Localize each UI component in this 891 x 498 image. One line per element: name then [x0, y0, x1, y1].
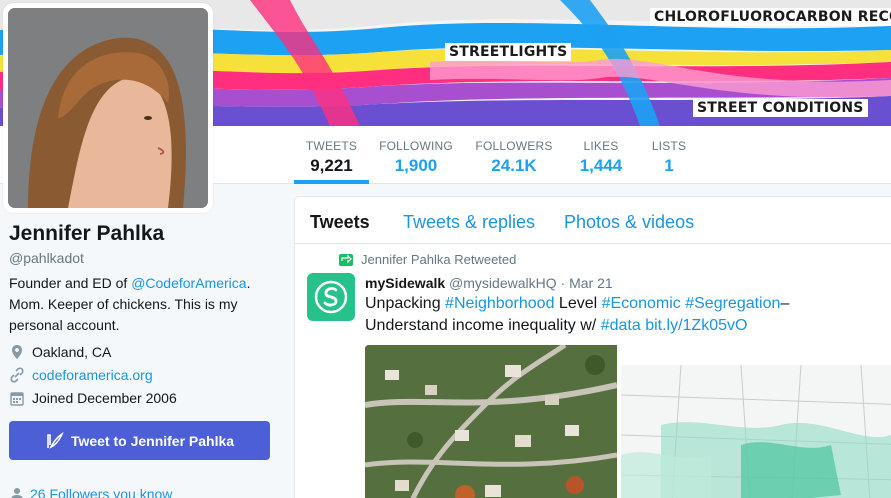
tweet-to-label: Tweet to Jennifer Pahlka [70, 432, 235, 449]
nav-value: 1,900 [394, 156, 438, 175]
nav-lists[interactable]: LISTS 1 [650, 126, 688, 184]
person-icon [11, 488, 23, 498]
tweet-text-part: Unpacking [365, 295, 446, 312]
compose-quill-icon [47, 431, 64, 449]
banner-label: STREET CONDITIONS [693, 99, 868, 117]
timeline: Tweets Tweets & replies Photos & videos … [294, 196, 891, 498]
retweet-context-text[interactable]: Jennifer Pahlka Retweeted [361, 252, 516, 267]
tweet-header: mySidewalk @mysidewalkHQ · Mar 21 [365, 275, 613, 291]
profile-bio: Founder and ED of @CodeforAmerica. Mom. … [9, 273, 269, 336]
tweet-author-handle[interactable]: @mysidewalkHQ [449, 275, 557, 291]
followers-you-know-text: 26 Followers you know [30, 486, 173, 498]
nav-value: 9,221 [310, 156, 353, 175]
hashtag-link[interactable]: #Neighborhood [445, 295, 554, 312]
profile-joined: Joined December 2006 [10, 390, 177, 406]
tweet-author-name[interactable]: mySidewalk [365, 275, 445, 291]
nav-label: LISTS [651, 139, 687, 153]
calendar-icon [10, 390, 24, 406]
profile-handle[interactable]: @pahlkadot [9, 250, 84, 266]
nav-label: LIKES [583, 139, 619, 153]
tab-tweets[interactable]: Tweets [310, 212, 370, 233]
profile-name: Jennifer Pahlka [9, 222, 165, 245]
tweet-text-part: Level [554, 295, 602, 312]
profile-location: Oakland, CA [10, 344, 111, 360]
tweet-text-part: Understand income inequality w/ [365, 317, 601, 334]
avatar-photo [8, 8, 208, 208]
retweet-context: Jennifer Pahlka Retweeted [339, 252, 516, 267]
joined-text: Joined December 2006 [32, 390, 177, 406]
nav-likes[interactable]: LIKES 1,444 [576, 126, 626, 184]
bio-mention-link[interactable]: @CodeforAmerica [131, 275, 246, 291]
tweet-author-avatar[interactable] [307, 273, 355, 321]
tweet-media-map[interactable] [619, 345, 891, 498]
tweet-text-part: – [780, 295, 790, 312]
profile-avatar[interactable] [3, 3, 213, 213]
nav-value: 24.1K [491, 156, 537, 175]
hashtag-link[interactable]: #data [601, 317, 641, 334]
banner-label: STREETLIGHTS [445, 43, 572, 61]
tweet-text: Unpacking #Neighborhood Level #Economic … [365, 293, 815, 337]
tab-photos-videos[interactable]: Photos & videos [564, 212, 694, 233]
link-icon [10, 367, 24, 383]
hashtag-link[interactable]: #Economic [602, 295, 681, 312]
timeline-tabs: Tweets Tweets & replies Photos & videos [295, 197, 891, 244]
tab-tweets-replies[interactable]: Tweets & replies [403, 212, 535, 233]
tweet-media-aerial-photo[interactable] [365, 345, 617, 498]
nav-label: FOLLOWERS [475, 139, 553, 153]
nav-label: TWEETS [305, 139, 358, 153]
tweet-url-link[interactable]: bit.ly/1Zk05vO [645, 317, 747, 334]
nav-followers[interactable]: FOLLOWERS 24.1K [474, 126, 554, 184]
location-pin-icon [10, 344, 24, 360]
nav-following[interactable]: FOLLOWING 1,900 [378, 126, 454, 184]
mysidewalk-logo-icon [314, 280, 348, 314]
followers-you-know[interactable]: 26 Followers you know [10, 486, 172, 498]
profile-website: codeforamerica.org [10, 367, 153, 383]
nav-label: FOLLOWING [379, 139, 453, 153]
tweet-date[interactable]: Mar 21 [569, 275, 613, 291]
location-text: Oakland, CA [32, 344, 112, 360]
tweet-to-button[interactable]: Tweet to Jennifer Pahlka [9, 421, 270, 460]
website-link[interactable]: codeforamerica.org [32, 367, 153, 383]
hashtag-link[interactable]: #Segregation [685, 295, 780, 312]
nav-value: 1,444 [579, 156, 623, 175]
nav-tweets[interactable]: TWEETS 9,221 [294, 126, 369, 184]
bio-text: Founder and ED of [9, 275, 132, 291]
retweet-icon [339, 253, 353, 266]
banner-label: CHLOROFLUOROCARBON RECOV [650, 8, 891, 26]
tweet-separator: · [556, 275, 570, 291]
nav-value: 1 [664, 156, 674, 175]
